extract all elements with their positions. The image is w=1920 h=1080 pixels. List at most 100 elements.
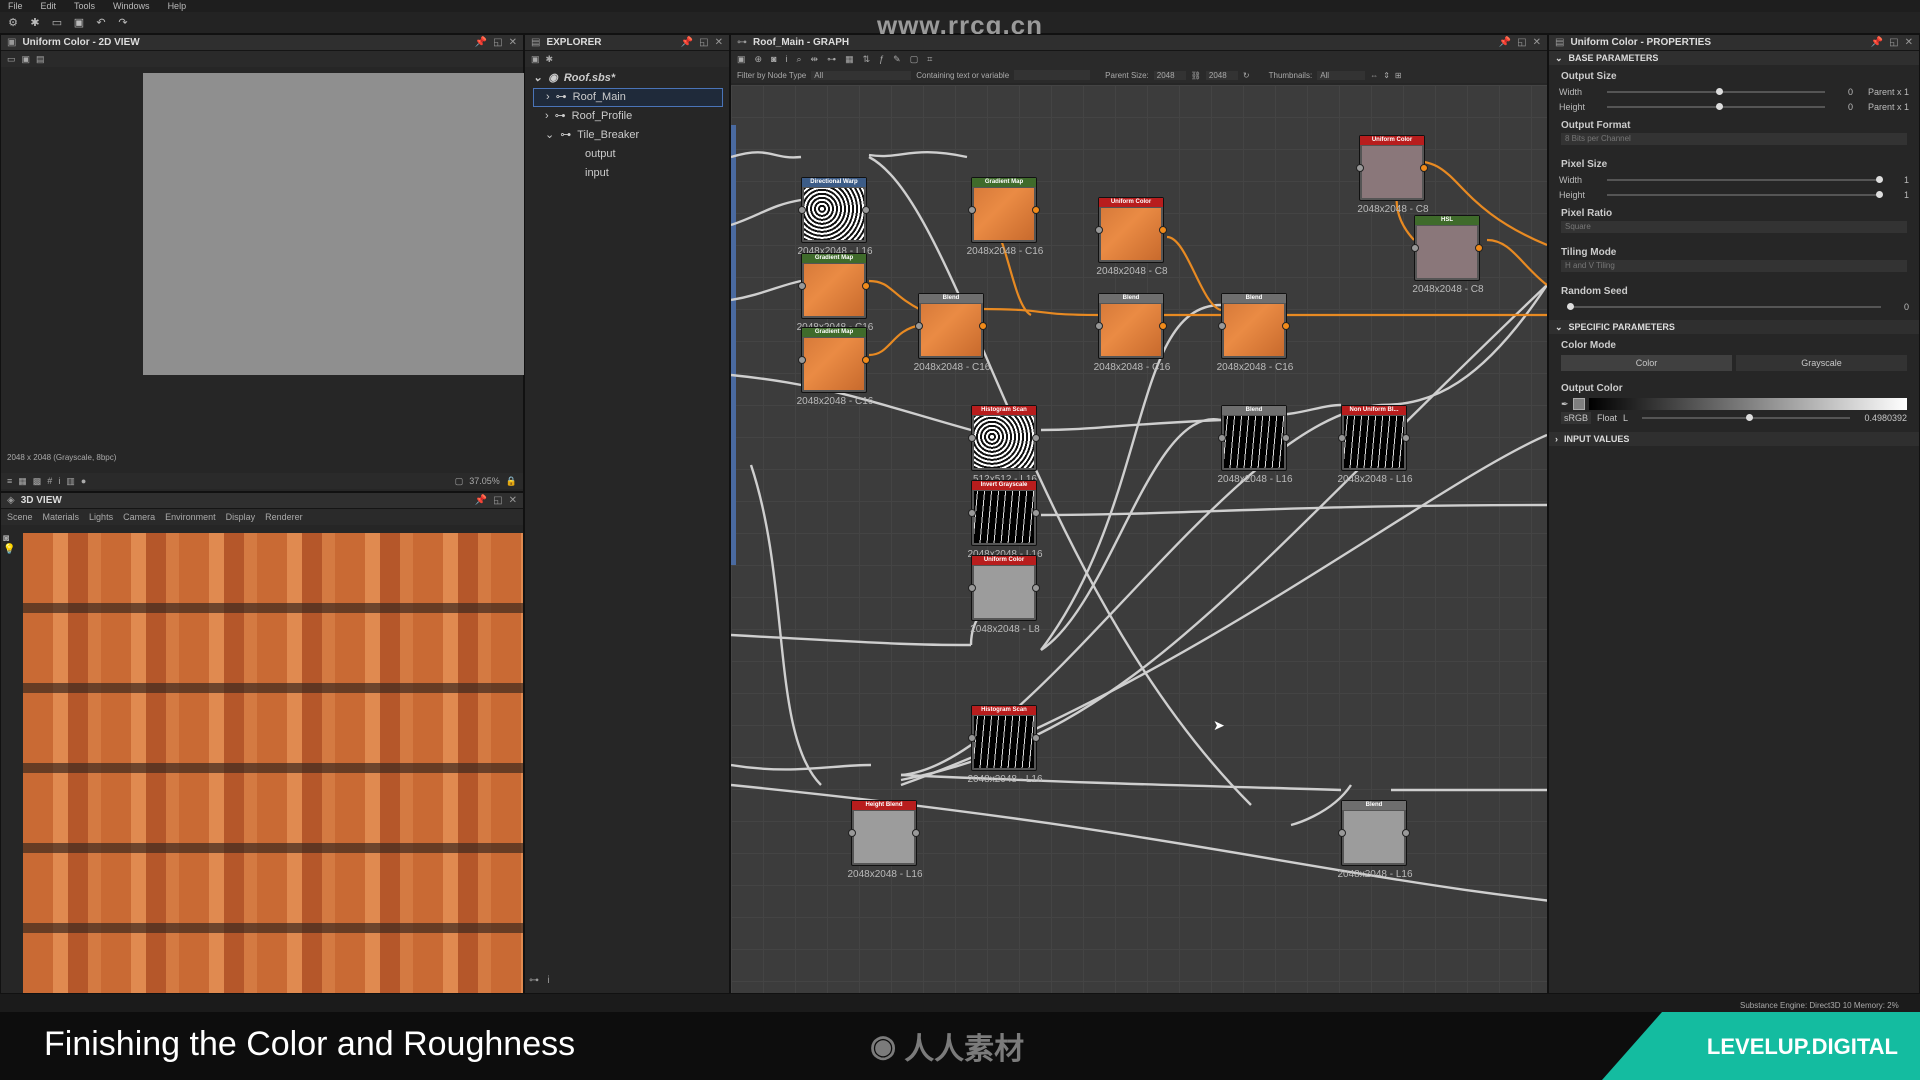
grid-icon[interactable]: ▦: [845, 54, 854, 65]
graph-node[interactable]: Uniform Color 2048x2048 - L8: [968, 555, 1040, 635]
output-port[interactable]: [912, 829, 920, 837]
output-port[interactable]: [1282, 434, 1290, 442]
save-icon[interactable]: ▣: [22, 54, 31, 65]
close-icon[interactable]: ✕: [509, 495, 517, 506]
3d-menu-materials[interactable]: Materials: [43, 512, 80, 522]
tiling-mode-select[interactable]: H and V Tiling: [1561, 260, 1907, 272]
output-port[interactable]: [1420, 164, 1428, 172]
input-port[interactable]: [1338, 829, 1346, 837]
graph-node[interactable]: Blend 2048x2048 - C16: [1094, 293, 1170, 373]
explorer-subitem-output[interactable]: output: [533, 145, 723, 164]
input-port[interactable]: [915, 322, 923, 330]
pin-icon[interactable]: 📌: [1871, 37, 1883, 48]
input-port[interactable]: [1218, 434, 1226, 442]
float-icon[interactable]: ◱: [699, 37, 708, 48]
output-port[interactable]: [1475, 244, 1483, 252]
search-icon[interactable]: ⌕: [797, 54, 802, 65]
output-port[interactable]: [1032, 734, 1040, 742]
gray-gradient-bar[interactable]: [1588, 398, 1907, 410]
fit-icon[interactable]: ▢: [455, 476, 464, 487]
output-port[interactable]: [862, 356, 870, 364]
thumbnails-select[interactable]: All: [1317, 70, 1366, 80]
output-port[interactable]: [1032, 434, 1040, 442]
explorer-subitem-input[interactable]: input: [533, 164, 723, 183]
refresh-icon[interactable]: ↻: [1243, 71, 1250, 80]
graph-node[interactable]: Non Uniform Bl... 2048x2048 - L16: [1337, 405, 1413, 485]
input-port[interactable]: [1356, 164, 1364, 172]
histogram-icon[interactable]: ▥: [66, 476, 75, 487]
pixel-height-value[interactable]: 1: [1889, 190, 1909, 200]
graph-node[interactable]: Gradient Map2048x2048 - C16: [967, 177, 1043, 257]
explorer-item-tile-breaker[interactable]: ⌄ ⊶ Tile_Breaker: [533, 126, 723, 145]
float-icon[interactable]: ◱: [493, 37, 502, 48]
close-icon[interactable]: ✕: [1905, 37, 1913, 48]
camera-icon[interactable]: ◙ 💡: [3, 533, 19, 563]
luminance-value[interactable]: 0.4980392: [1864, 413, 1907, 423]
input-port[interactable]: [1095, 226, 1103, 234]
pixel-height-slider[interactable]: [1607, 190, 1883, 198]
mode-grayscale-button[interactable]: Grayscale: [1736, 355, 1907, 371]
chevron-right-icon[interactable]: ›: [546, 88, 550, 107]
filter-select[interactable]: All: [811, 70, 912, 80]
graph-node[interactable]: Gradient Map2048x2048 - C16: [797, 327, 873, 407]
float-icon[interactable]: ◱: [1889, 37, 1898, 48]
output-port[interactable]: [1402, 434, 1410, 442]
random-seed-value[interactable]: 0: [1889, 302, 1909, 312]
output-port[interactable]: [1159, 322, 1167, 330]
tool-icon[interactable]: ✎: [893, 54, 901, 65]
input-port[interactable]: [798, 282, 806, 290]
pin-icon[interactable]: 📌: [475, 37, 487, 48]
graph-node[interactable]: Blend 2048x2048 - L16: [1337, 800, 1413, 880]
input-port[interactable]: [798, 356, 806, 364]
3d-menu-environment[interactable]: Environment: [165, 512, 216, 522]
luminance-slider[interactable]: [1642, 414, 1851, 421]
3d-menu-display[interactable]: Display: [226, 512, 256, 522]
graph-node[interactable]: Blend 2048x2048 - L16: [1217, 405, 1293, 485]
link-icon[interactable]: ⛓: [1191, 71, 1201, 80]
graph-node[interactable]: Histogram Scan 2048x2048 - L16: [967, 705, 1043, 785]
input-port[interactable]: [968, 584, 976, 592]
float-icon[interactable]: ◱: [493, 495, 502, 506]
height-value[interactable]: 0: [1833, 102, 1853, 112]
close-icon[interactable]: ✕: [1533, 37, 1541, 48]
3d-menu-renderer[interactable]: Renderer: [265, 512, 303, 522]
channel-icon[interactable]: ▩: [33, 476, 42, 487]
input-port[interactable]: [848, 829, 856, 837]
grid-icon[interactable]: #: [47, 476, 52, 486]
pin-icon[interactable]: 📌: [681, 37, 693, 48]
pixel-width-value[interactable]: 1: [1889, 175, 1909, 185]
output-port[interactable]: [1402, 829, 1410, 837]
input-port[interactable]: [1218, 322, 1226, 330]
graph-node[interactable]: Histogram Scan512x512 - L16: [968, 405, 1040, 485]
info-icon[interactable]: i: [786, 54, 788, 64]
input-port[interactable]: [1338, 434, 1346, 442]
width-slider[interactable]: [1607, 87, 1825, 95]
info-icon[interactable]: i: [58, 476, 60, 486]
input-port[interactable]: [1411, 244, 1419, 252]
graph-node[interactable]: Gradient Map2048x2048 - C16: [797, 253, 873, 333]
pixel-ratio-select[interactable]: Square: [1561, 221, 1907, 233]
width-value[interactable]: 0: [1833, 87, 1853, 97]
chevron-down-icon[interactable]: ⌄: [533, 69, 542, 88]
export-icon[interactable]: ▤: [36, 54, 45, 65]
arrange-icon[interactable]: ⇅: [863, 54, 871, 65]
color-swatch[interactable]: [1572, 398, 1585, 410]
graph-node[interactable]: Height Blend 2048x2048 - L16: [847, 800, 923, 880]
new-graph-icon[interactable]: ✱: [546, 54, 554, 65]
output-port[interactable]: [1032, 509, 1040, 517]
package-item[interactable]: ⌄ ◉ Roof.sbs*: [533, 69, 723, 88]
3d-menu-lights[interactable]: Lights: [89, 512, 113, 522]
output-port[interactable]: [862, 282, 870, 290]
copy-icon[interactable]: ▭: [7, 54, 16, 65]
float-icon[interactable]: ◱: [1517, 37, 1526, 48]
input-port[interactable]: [968, 434, 976, 442]
height-slider[interactable]: [1607, 102, 1825, 110]
align-icon[interactable]: ⊕: [755, 54, 763, 65]
output-port[interactable]: [1032, 584, 1040, 592]
tree-icon[interactable]: ⊞: [1395, 71, 1402, 80]
random-seed-slider[interactable]: [1567, 302, 1881, 310]
output-port[interactable]: [1282, 322, 1290, 330]
input-port[interactable]: [798, 206, 806, 214]
specific-parameters-section[interactable]: ⌄ SPECIFIC PARAMETERS: [1549, 320, 1919, 334]
graph-node[interactable]: Directional Warp 2048x2048 - L16: [797, 177, 873, 257]
